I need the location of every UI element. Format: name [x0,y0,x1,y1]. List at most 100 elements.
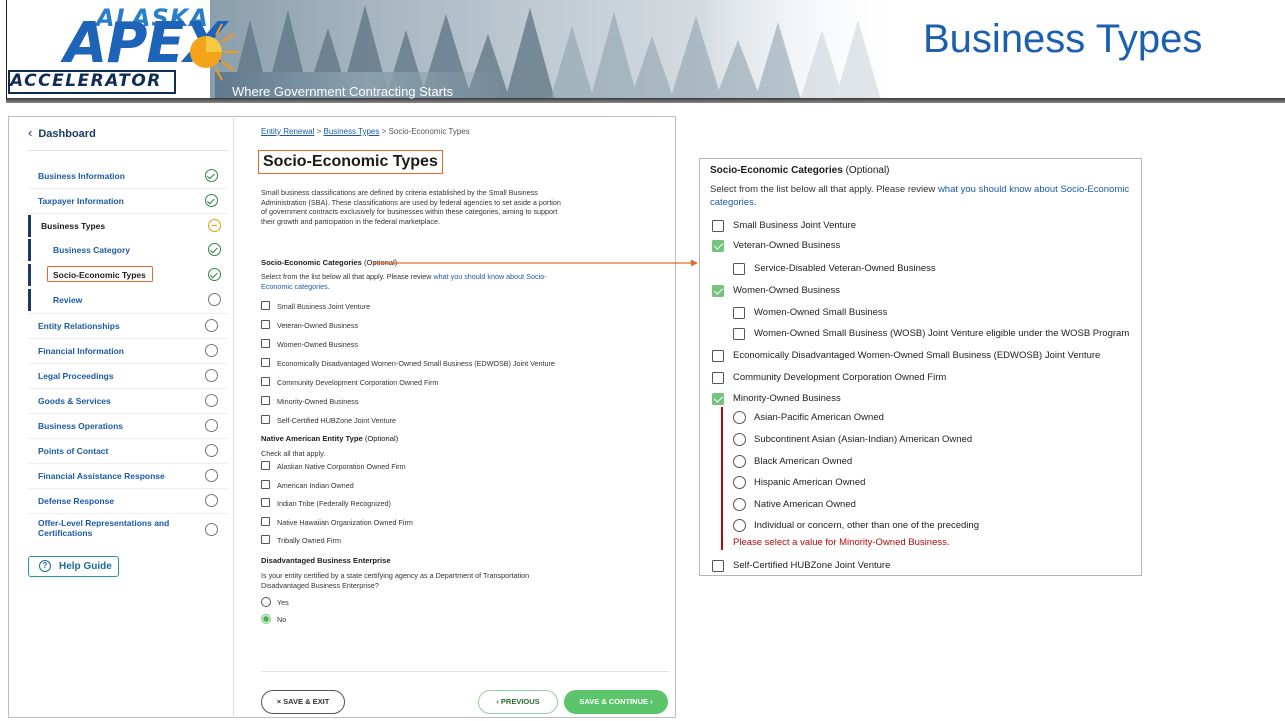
empty-circle-icon [205,369,218,382]
checkbox[interactable] [261,517,270,526]
checkbox[interactable] [712,350,724,362]
sidebar-item-legal-proceedings[interactable]: Legal Proceedings [28,365,228,387]
checkbox[interactable] [261,377,270,386]
sidebar-item-label: Legal Proceedings [38,371,114,381]
sidebar-item-points-of-contact[interactable]: Points of Contact [28,440,228,462]
checkbox-label: Economically Disadvantaged Women-Owned S… [733,350,1101,361]
checkbox[interactable] [261,415,270,424]
sidebar-separator [28,188,228,189]
checkbox[interactable] [733,263,745,275]
checkbox[interactable] [712,560,724,572]
radio-button-selected[interactable] [261,614,271,624]
checkbox-label: Minority-Owned Business [733,393,841,404]
checkbox[interactable] [261,535,270,544]
checkbox[interactable] [261,358,270,367]
checkbox[interactable] [733,307,745,319]
sidebar-item-taxpayer-information[interactable]: Taxpayer Information [28,190,228,212]
checkbox-label: Minority-Owned Business [277,396,359,406]
radio-button[interactable] [733,411,746,424]
sidebar-item-offer-level-representations[interactable]: Offer-Level Representations and Certific… [28,516,228,544]
radio-button[interactable] [733,476,746,489]
checkbox-label: Self-Certified HUBZone Joint Venture [733,560,891,571]
save-exit-button[interactable]: × SAVE & EXIT [261,690,345,714]
sidebar-item-financial-information[interactable]: Financial Information [28,340,228,362]
checkbox-label: Economically Disadvantaged Women-Owned S… [277,358,555,368]
checkbox[interactable] [261,396,270,405]
radio-label: No [277,615,287,624]
sidebar-item-label: Review [53,295,83,305]
sidebar-item-financial-assistance-response[interactable]: Financial Assistance Response [28,465,228,487]
intro-text: Small business classifications are defin… [261,188,561,226]
checkbox[interactable] [261,498,270,507]
sidebar-item-review[interactable]: Review [28,289,228,311]
sidebar-item-label: Points of Contact [38,446,109,456]
sidebar-item-label: Offer-Level Representations and Certific… [38,518,170,538]
tagline: Where Government Contracting Starts [232,84,454,99]
empty-circle-icon [205,523,218,536]
banner-underline [6,98,1285,103]
sidebar-item-label: Business Category [53,245,130,255]
save-continue-button[interactable]: SAVE & CONTINUE › [564,690,668,714]
sidebar-item-label: Business Information [38,171,125,181]
help-guide-button[interactable]: ? Help Guide [28,556,119,577]
apex-logo: ALASKA APEX ACCELERATOR [8,4,238,96]
checkbox-label: Community Development Corporation Owned … [733,372,947,383]
error-indicator-bar [721,407,723,550]
sidebar-item-entity-relationships[interactable]: Entity Relationships [28,315,228,337]
checkbox-label: Native Hawaiian Organization Owned Firm [277,517,413,527]
checkbox[interactable] [261,461,270,470]
footer-divider [261,671,669,672]
checkbox[interactable] [261,480,270,489]
radio-button[interactable] [733,498,746,511]
radio-button[interactable] [733,455,746,468]
socio-economic-instruction: Select from the list below all that appl… [261,272,571,291]
help-guide-label: Help Guide [59,561,112,572]
sidebar-item-business-information[interactable]: Business Information [28,165,228,187]
radio-label: Individual or concern, other than one of… [754,520,979,531]
dashboard-link[interactable]: ‹ Dashboard [28,125,96,140]
previous-button[interactable]: ‹ PREVIOUS [478,690,558,714]
sidebar-item-socio-economic-types[interactable]: Socio-Economic Types [28,264,228,286]
native-american-instruction: Check all that apply. [261,449,326,458]
slide-title: Business Types [923,17,1203,61]
checkbox-label: Veteran-Owned Business [277,320,359,330]
radio-button[interactable] [733,433,746,446]
empty-circle-icon [205,319,218,332]
sidebar-item-defense-response[interactable]: Defense Response [28,490,228,512]
sidebar-item-label: Entity Relationships [38,321,120,331]
breadcrumb-separator: > [381,127,387,136]
breadcrumb-link-entity-renewal[interactable]: Entity Renewal [261,127,314,136]
checkbox[interactable] [733,328,745,340]
radio-button[interactable] [261,597,271,607]
breadcrumb-link-business-types[interactable]: Business Types [324,127,380,136]
page-title: Socio-Economic Types [258,150,443,174]
checkbox-label: Indian Tribe (Federally Recognized) [277,498,391,508]
checkbox[interactable] [712,372,724,384]
radio-label: Native American Owned [754,499,856,510]
sidebar-item-label: Business Operations [38,421,124,431]
sidebar-item-goods-services[interactable]: Goods & Services [28,390,228,412]
checkbox-label: Self-Certified HUBZone Joint Venture [277,415,397,425]
checkbox-checked[interactable] [712,240,724,252]
checkbox-label: Women-Owned Small Business (WOSB) Joint … [754,328,1130,339]
checkbox-checked[interactable] [712,393,724,405]
chevron-left-icon: ‹ [28,125,33,140]
sidebar-item-business-types[interactable]: Business Types [28,215,228,237]
checkbox-checked[interactable] [712,285,724,297]
checkbox-label: Small Business Joint Venture [733,220,857,231]
question-circle-icon: ? [39,560,51,572]
zoom-heading: Socio-Economic Categories (Optional) [710,165,890,176]
sidebar-item-business-category[interactable]: Business Category [28,239,228,261]
radio-button[interactable] [733,519,746,532]
sidebar-item-business-operations[interactable]: Business Operations [28,415,228,437]
checkbox[interactable] [261,301,270,310]
check-circle-icon [208,268,221,281]
checkbox-label: Women-Owned Business [733,285,841,296]
checkbox[interactable] [712,220,724,232]
radio-label: Black American Owned [754,456,853,467]
checkbox[interactable] [261,320,270,329]
native-american-heading: Native American Entity Type (Optional) [261,434,398,443]
checkbox[interactable] [261,339,270,348]
error-message: Please select a value for Minority-Owned… [733,537,950,548]
dbe-question: Is your entity certified by a state cert… [261,571,530,590]
